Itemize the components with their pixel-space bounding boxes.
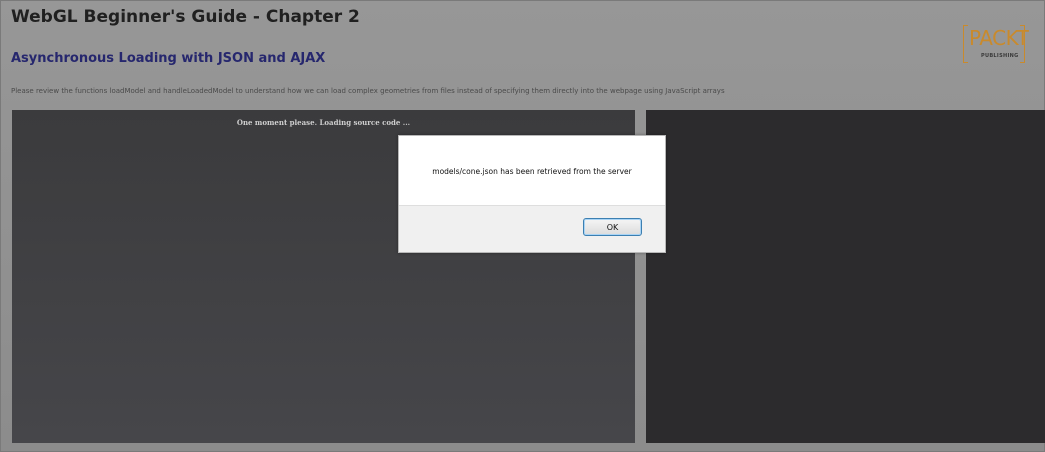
- loading-message: One moment please. Loading source code .…: [236, 118, 411, 127]
- logo-left-bracket: [963, 25, 968, 63]
- alert-dialog: models/cone.json has been retrieved from…: [398, 135, 666, 253]
- page-description: Please review the functions loadModel an…: [11, 87, 725, 95]
- packt-logo: PACKT PUBLISHING: [963, 23, 1029, 67]
- page-title: WebGL Beginner's Guide - Chapter 2: [11, 7, 360, 27]
- page-frame: WebGL Beginner's Guide - Chapter 2 Async…: [0, 0, 1045, 452]
- alert-footer: OK: [399, 205, 665, 252]
- alert-message: models/cone.json has been retrieved from…: [432, 167, 632, 176]
- page-subtitle: Asynchronous Loading with JSON and AJAX: [11, 51, 326, 66]
- logo-subtext: PUBLISHING: [981, 53, 1019, 59]
- webgl-canvas[interactable]: [646, 110, 1045, 443]
- ok-button[interactable]: OK: [583, 218, 642, 236]
- logo-right-bracket: [1020, 25, 1025, 63]
